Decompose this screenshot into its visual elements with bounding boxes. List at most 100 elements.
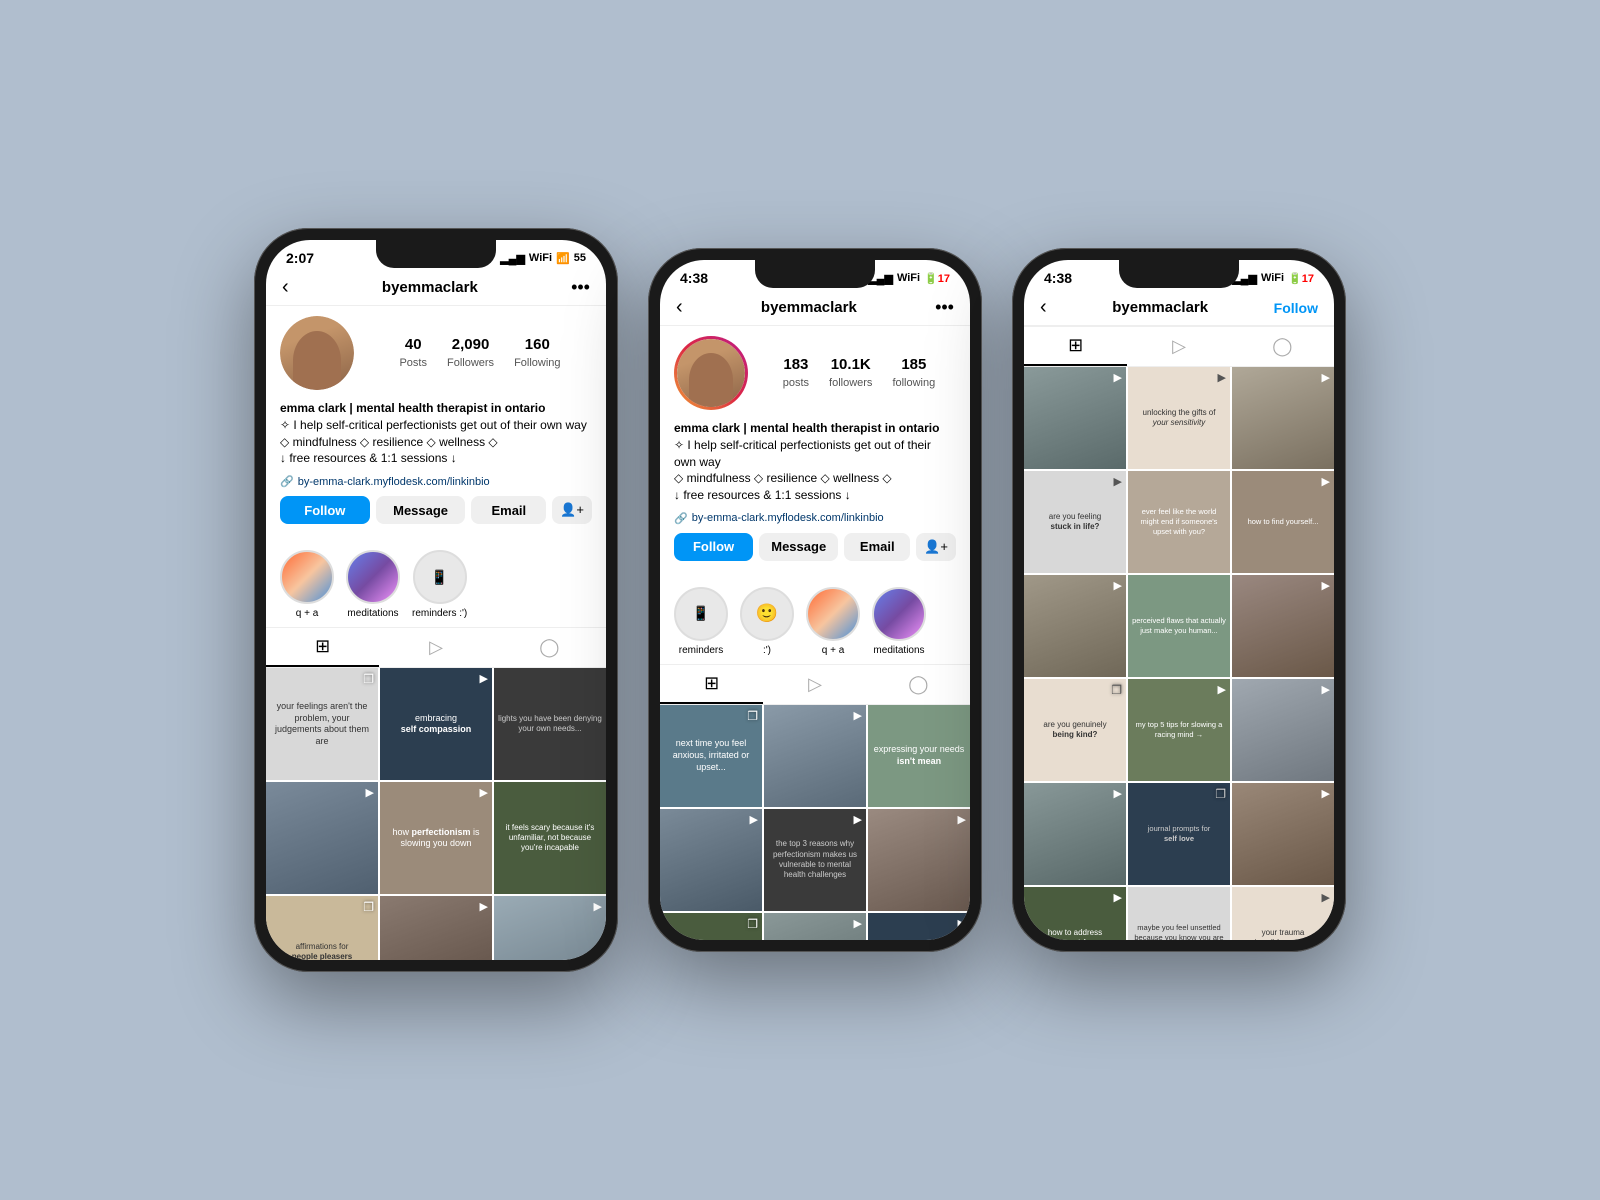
ri-4: ▶ (1114, 475, 1122, 489)
grid-item-2-9[interactable]: "being hard on yourself worked, it would… (868, 913, 970, 940)
following-stat-2[interactable]: 185 following (892, 356, 935, 391)
back-button-2[interactable]: ‹ (676, 296, 683, 319)
avatar-2[interactable] (674, 336, 748, 410)
grid-item-1-8[interactable]: ▶ (380, 896, 492, 960)
grid-item-2-2[interactable]: ▶ (764, 705, 866, 807)
ri-9: ▶ (1322, 683, 1330, 697)
link-icon-1: 🔗 (280, 475, 294, 488)
grid-tab-3[interactable]: ⊞ (1024, 327, 1127, 366)
grid-item-1-3[interactable]: lights you have been denying your own ne… (494, 668, 606, 780)
tagged-tab-1[interactable]: ◯ (493, 628, 606, 667)
grid-item-2-3[interactable]: expressing your needsisn't mean (868, 705, 970, 807)
grid-item-3-15[interactable]: ▶ (1232, 783, 1334, 885)
highlight-emoji-2[interactable]: 🙂 :') (740, 587, 794, 656)
grid-item-3-11[interactable]: my top 5 tips for slowing a racing mind … (1128, 679, 1230, 781)
grid-item-2-5[interactable]: the top 3 reasons why perfectionism make… (764, 809, 866, 911)
grid-item-1-4[interactable]: ▶ (266, 782, 378, 894)
ri-7: ▶ (1322, 579, 1330, 593)
grid-item-3-5[interactable]: ever feel like the world might end if so… (1128, 471, 1230, 573)
grid-item-3-10[interactable]: are you genuinelybeing kind? ❐ (1024, 679, 1126, 781)
grid-item-1-6[interactable]: it feels scary because it's unfamiliar, … (494, 782, 606, 894)
follow-button-1[interactable]: Follow (280, 496, 370, 524)
grid-item-3-2[interactable]: unlocking the gifts ofyour sensitivity ▶ (1128, 367, 1230, 469)
followers-stat-2[interactable]: 10.1K followers (829, 356, 872, 391)
reels-tab-2[interactable]: ▷ (763, 665, 866, 704)
reels-tab-1[interactable]: ▷ (379, 628, 492, 667)
ri-11: ▶ (1322, 787, 1330, 801)
highlight-rem-1[interactable]: 📱 reminders :') (412, 550, 467, 619)
back-button-3[interactable]: ‹ (1040, 296, 1047, 319)
phone-2: 4:38 ▂▄▆ WiFi 🔋17 ‹ byemmaclark ••• (648, 248, 982, 952)
grid-item-3-16[interactable]: how to addresscommon triggers ▶ (1024, 887, 1126, 940)
grid-item-3-3[interactable]: ▶ (1232, 367, 1334, 469)
grid-tab-1[interactable]: ⊞ (266, 628, 379, 667)
more-button-2[interactable]: ••• (935, 297, 954, 318)
highlight-rem-2[interactable]: 📱 reminders (674, 587, 728, 656)
grid-item-2-8[interactable]: ▶ (764, 913, 866, 940)
wifi-icon-3: WiFi (1261, 272, 1284, 284)
status-icons-3: ▂▄▆ WiFi 🔋17 (1232, 272, 1314, 285)
more-button-1[interactable]: ••• (571, 277, 590, 298)
grid-item-1-2[interactable]: embracingself compassion ▶ (380, 668, 492, 780)
grid-item-3-8[interactable]: perceived flaws that actually just make … (1128, 575, 1230, 677)
ri-6: ▶ (1114, 579, 1122, 593)
bio-link-2[interactable]: 🔗 by-emma-clark.myflodesk.com/linkinbio (674, 512, 956, 525)
grid-item-3-7[interactable]: ▶ (1024, 575, 1126, 677)
reel-icon-7: ▶ (750, 813, 758, 827)
message-button-1[interactable]: Message (376, 496, 466, 524)
ri-2: ▶ (1218, 371, 1226, 385)
mi-1: ❐ (1111, 683, 1122, 699)
following-stat-1[interactable]: 160 Following (514, 336, 560, 371)
tagged-tab-2[interactable]: ◯ (867, 665, 970, 704)
highlights-row-1: q + a meditations 📱 reminders :') (266, 544, 606, 625)
grid-item-1-1[interactable]: your feelings aren't the problem, your j… (266, 668, 378, 780)
profile-section-2: 183 posts 10.1K followers 185 following (660, 326, 970, 581)
add-friend-button-2[interactable]: 👤+ (916, 533, 956, 561)
reel-icon-9: ▶ (958, 813, 966, 827)
multi-icon-2: ❐ (363, 900, 374, 916)
add-friend-button-1[interactable]: 👤+ (552, 496, 592, 524)
grid-item-3-17[interactable]: maybe you feel unsettled because you kno… (1128, 887, 1230, 940)
highlight-med-1[interactable]: meditations (346, 550, 400, 619)
grid-item-1-9[interactable]: ▶ (494, 896, 606, 960)
highlight-qa-1[interactable]: q + a (280, 550, 334, 619)
grid-item-1-7[interactable]: affirmations forpeople pleasers ❐ (266, 896, 378, 960)
grid-item-3-14[interactable]: journal prompts forself love ❐ (1128, 783, 1230, 885)
action-buttons-1: Follow Message Email 👤+ (280, 496, 592, 524)
username-2: byemmaclark (761, 299, 857, 316)
follow-button-2[interactable]: Follow (674, 533, 753, 561)
grid-item-2-4[interactable]: ▶ (660, 809, 762, 911)
tagged-tab-3[interactable]: ◯ (1231, 327, 1334, 366)
status-icons-2: ▂▄▆ WiFi 🔋17 (868, 272, 950, 285)
highlight-med-2[interactable]: meditations (872, 587, 926, 656)
avatar-1[interactable] (280, 316, 354, 390)
grid-item-3-9[interactable]: ▶ (1232, 575, 1334, 677)
grid-item-2-7[interactable]: the 7 types ofinner critics ❐ (660, 913, 762, 940)
email-button-2[interactable]: Email (844, 533, 910, 561)
email-button-1[interactable]: Email (471, 496, 546, 524)
bio-link-1[interactable]: 🔗 by-emma-clark.myflodesk.com/linkinbio (280, 475, 592, 488)
grid-item-3-18[interactable]: your traumais valid even if... ▶ (1232, 887, 1334, 940)
grid-item-2-1[interactable]: next time you feel anxious, irritated or… (660, 705, 762, 807)
grid-item-3-1[interactable]: ▶ (1024, 367, 1126, 469)
back-button-1[interactable]: ‹ (282, 276, 289, 299)
follow-button-3[interactable]: Follow (1274, 300, 1318, 316)
username-1: byemmaclark (382, 279, 478, 296)
grid-item-3-13[interactable]: ▶ (1024, 783, 1126, 885)
grid-tab-2[interactable]: ⊞ (660, 665, 763, 704)
tab-bar-2: ⊞ ▷ ◯ (660, 664, 970, 705)
battery-icon-2: 🔋17 (924, 272, 950, 285)
reel-icon-4: ▶ (480, 900, 488, 914)
reel-icon-11: ▶ (958, 917, 966, 931)
reels-tab-3[interactable]: ▷ (1127, 327, 1230, 366)
grid-item-2-6[interactable]: ▶ (868, 809, 970, 911)
grid-item-3-4[interactable]: are you feelingstuck in life? ▶ (1024, 471, 1126, 573)
message-button-2[interactable]: Message (759, 533, 838, 561)
grid-item-3-6[interactable]: how to find yourself... ▶ (1232, 471, 1334, 573)
posts-grid-1: your feelings aren't the problem, your j… (266, 668, 606, 960)
highlight-qa-2[interactable]: q + a (806, 587, 860, 656)
followers-stat-1[interactable]: 2,090 Followers (447, 336, 494, 371)
grid-item-3-12[interactable]: ▶ (1232, 679, 1334, 781)
grid-item-1-5[interactable]: how perfectionism is slowing you down ▶ (380, 782, 492, 894)
tab-bar-1: ⊞ ▷ ◯ (266, 627, 606, 668)
